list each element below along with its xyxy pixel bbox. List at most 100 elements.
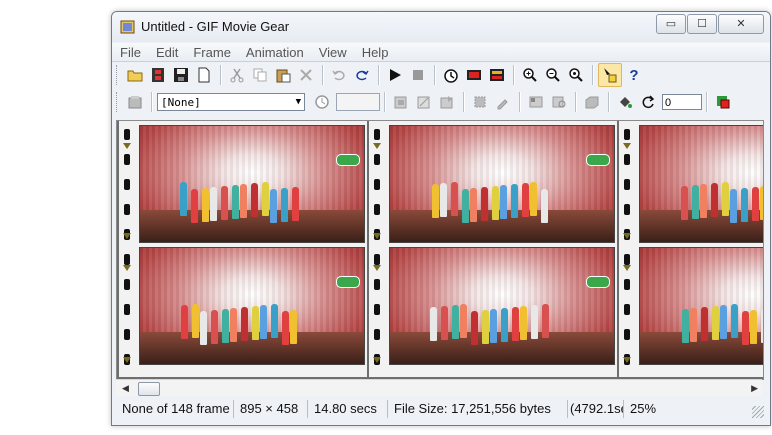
scroll-thumb[interactable] <box>138 382 160 396</box>
frame-tool-3-button[interactable] <box>436 91 458 113</box>
frame-thumbnail[interactable] <box>139 125 365 243</box>
film-perforation <box>624 154 630 165</box>
menu-frame[interactable]: Frame <box>185 45 238 60</box>
disposal-combo[interactable]: [None] ▼ <box>157 93 305 111</box>
dancer-figure <box>230 308 237 342</box>
horizontal-scrollbar[interactable]: ◀ ▶ <box>116 379 762 396</box>
delay-button[interactable] <box>311 91 333 113</box>
frame-thumbnail[interactable] <box>639 247 763 365</box>
help-button[interactable]: ? <box>623 64 645 86</box>
filmstrip-column <box>369 121 617 377</box>
cut-button[interactable] <box>226 64 248 86</box>
stop-button[interactable] <box>407 64 429 86</box>
dancer-figure <box>451 182 458 216</box>
frame-thumbnail[interactable] <box>639 125 763 243</box>
resize-grip[interactable] <box>752 406 764 418</box>
copy-button[interactable] <box>249 64 271 86</box>
frame-crop-icon <box>417 96 430 109</box>
dancer-figure <box>282 311 289 345</box>
timing-icon <box>444 69 458 83</box>
scroll-right-icon[interactable]: ▶ <box>751 383 758 394</box>
filmstrip-button[interactable] <box>463 64 485 86</box>
play-button[interactable] <box>384 64 406 86</box>
status-filesize: File Size: 17,251,556 bytes <box>388 400 568 418</box>
dancer-figure <box>211 310 218 344</box>
filmstrip-alt-button[interactable] <box>486 64 508 86</box>
frame-select-icon <box>474 96 486 108</box>
paste-button[interactable] <box>272 64 294 86</box>
film-perforation <box>374 279 380 290</box>
dancer-figure <box>741 188 748 222</box>
frame-3d-icon <box>585 96 599 109</box>
frame-tool-6-button[interactable] <box>525 91 547 113</box>
frame-tool-1-button[interactable] <box>390 91 412 113</box>
menu-view[interactable]: View <box>311 45 354 60</box>
delete-button[interactable] <box>295 64 317 86</box>
film-perforation <box>374 179 380 190</box>
dancer-figure <box>271 304 278 338</box>
loop-button[interactable] <box>637 91 659 113</box>
dancer-figure <box>730 189 737 223</box>
film-perforation <box>624 304 630 315</box>
save-button[interactable] <box>170 64 192 86</box>
scroll-left-icon[interactable]: ◀ <box>122 383 129 394</box>
toolbar-grip[interactable] <box>116 65 120 85</box>
menu-file[interactable]: File <box>112 45 148 60</box>
maximize-button[interactable]: ☐ <box>687 14 717 34</box>
dancer-figure <box>180 182 187 216</box>
dancer-figure <box>430 307 437 341</box>
new-button[interactable] <box>193 64 215 86</box>
toolbar-grip[interactable] <box>116 92 120 112</box>
redo-button[interactable] <box>351 64 373 86</box>
frame-tool-2-button[interactable] <box>413 91 435 113</box>
filmstrip-column <box>119 121 367 377</box>
selection-info-button[interactable] <box>598 63 622 87</box>
frame-tool-7-button[interactable] <box>548 91 570 113</box>
zoom-out-button[interactable] <box>542 64 564 86</box>
menu-help[interactable]: Help <box>354 45 396 60</box>
frame-tool-5-button[interactable] <box>492 91 514 113</box>
toolbar-separator <box>706 92 708 112</box>
frame-thumbnail[interactable] <box>389 247 615 365</box>
menu-animation[interactable]: Animation <box>238 45 311 60</box>
save-icon <box>174 68 188 82</box>
frames-viewport[interactable] <box>116 120 764 380</box>
frame-color-icon <box>717 96 730 109</box>
timing-button[interactable] <box>440 64 462 86</box>
dancer-figure <box>531 305 538 339</box>
dancer-figure <box>731 304 738 338</box>
open-button[interactable] <box>124 64 146 86</box>
minimize-button[interactable]: ▭ <box>656 14 686 34</box>
close-button[interactable]: ✕ <box>718 14 764 34</box>
loop-count-input[interactable]: 0 <box>662 94 702 110</box>
toolbar-separator <box>592 65 594 85</box>
status-dimensions: 895 × 458 <box>234 400 308 418</box>
menu-edit[interactable]: Edit <box>148 45 185 60</box>
paint-bucket-button[interactable] <box>614 91 636 113</box>
undo-icon <box>332 70 345 81</box>
zoom-fit-button[interactable] <box>565 64 587 86</box>
frame-tool-8-button[interactable] <box>581 91 603 113</box>
frame-properties-button[interactable] <box>124 91 146 113</box>
toolbar-separator <box>608 92 610 112</box>
delay-input[interactable] <box>336 93 380 111</box>
film-button[interactable] <box>147 64 169 86</box>
frame-tool-4-button[interactable] <box>469 91 491 113</box>
title-bar[interactable]: Untitled - GIF Movie Gear ▭ ☐ ✕ <box>112 12 770 42</box>
frame-color-button[interactable] <box>712 91 734 113</box>
dancer-figure <box>520 306 527 340</box>
dancer-figure <box>742 311 749 345</box>
play-icon <box>390 69 401 81</box>
frame-thumbnail[interactable] <box>139 247 365 365</box>
chevron-down-icon: ▼ <box>295 97 301 107</box>
dancer-figure <box>192 304 199 338</box>
film-perforation <box>124 279 130 290</box>
toolbar-separator <box>463 92 465 112</box>
dancer-figure <box>681 186 688 220</box>
status-duration: 14.80 secs <box>308 400 388 418</box>
dancer-figure <box>712 306 719 340</box>
zoom-in-button[interactable] <box>519 64 541 86</box>
undo-button[interactable] <box>328 64 350 86</box>
status-rate: (4792.1secs <box>568 400 624 418</box>
frame-thumbnail[interactable] <box>389 125 615 243</box>
